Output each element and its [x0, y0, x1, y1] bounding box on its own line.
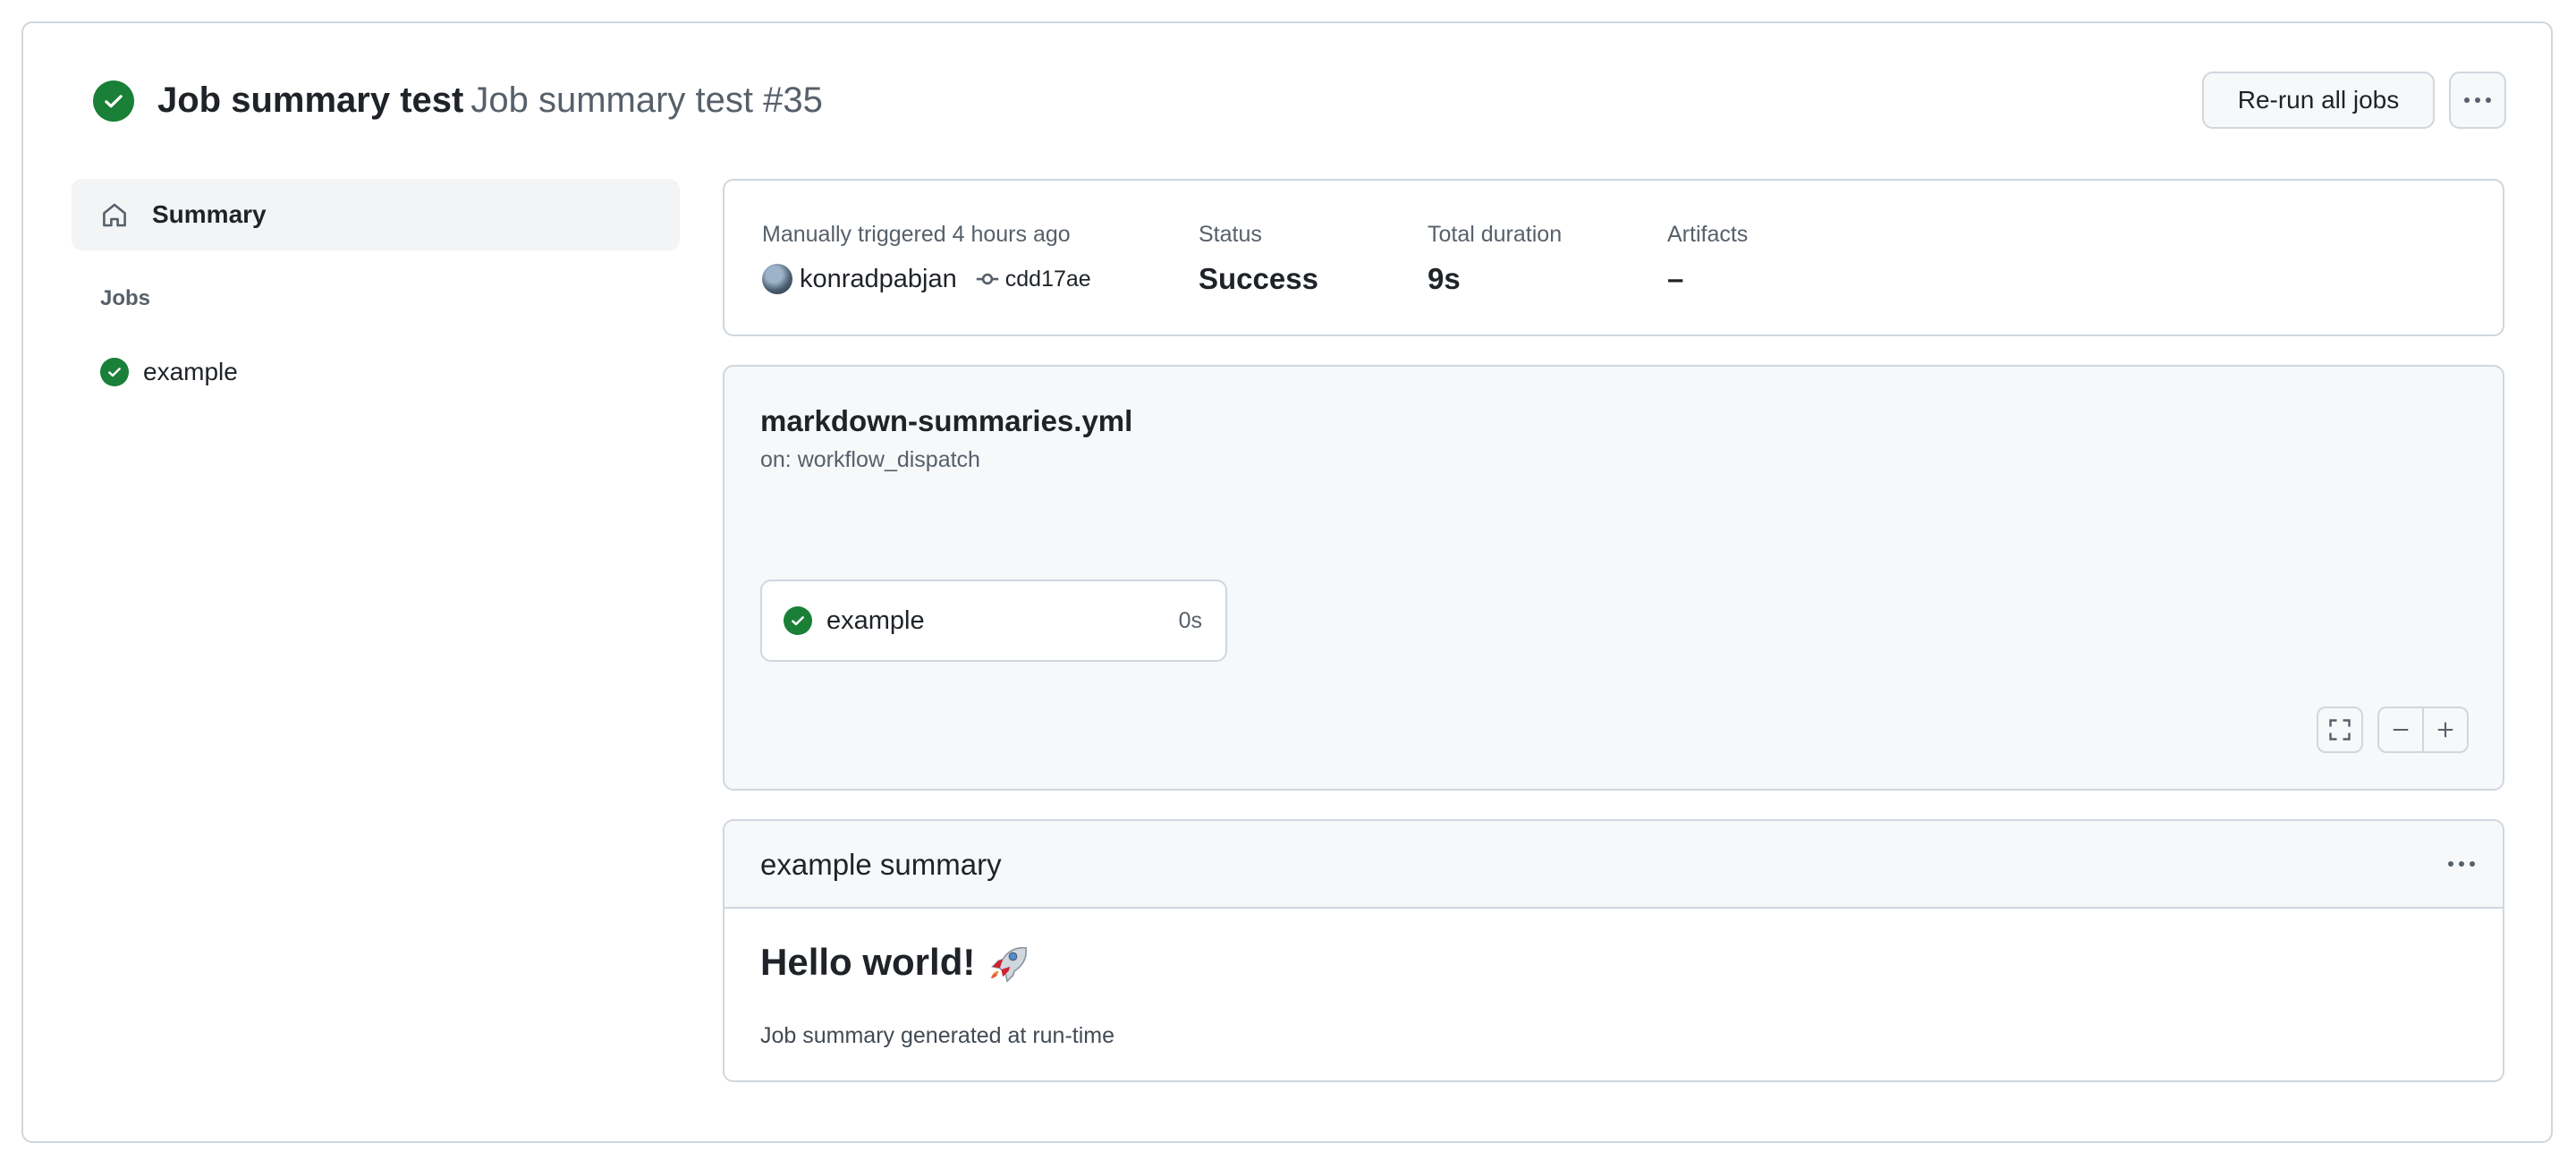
status-value: Success	[1199, 262, 1318, 295]
job-summary-more-button[interactable]	[2438, 841, 2485, 887]
zoom-out-icon	[2393, 728, 2409, 732]
run-name: Job summary test #35	[470, 80, 823, 120]
duration-label: Total duration	[1428, 222, 1563, 247]
commit-sha-link[interactable]: cdd17ae	[1005, 267, 1091, 292]
run-status-success-icon	[93, 80, 134, 122]
home-icon	[103, 203, 126, 227]
workflow-trigger: on: workflow_dispatch	[760, 447, 980, 472]
run-more-options-button[interactable]	[2449, 72, 2506, 129]
job-summary-header: example summary	[724, 821, 2503, 909]
sidebar-jobs-heading: Jobs	[100, 286, 151, 310]
run-meta-panel: Manually triggered 4 hours ago konradpab…	[723, 179, 2504, 336]
fullscreen-icon	[2329, 719, 2351, 741]
kebab-horizontal-icon	[2448, 861, 2475, 867]
job-summary-title: example summary	[760, 848, 1002, 881]
git-commit-icon	[976, 273, 999, 285]
actor-row: konradpabjan cdd17ae	[762, 252, 1091, 306]
graph-job-duration: 0s	[1178, 607, 1202, 633]
workflow-graph-panel: markdown-summaries.yml on: workflow_disp…	[723, 365, 2504, 791]
artifacts-info: Artifacts –	[1667, 216, 1748, 306]
zoom-out-button[interactable]	[2379, 708, 2422, 751]
sidebar-item-job-example[interactable]: example	[72, 347, 680, 397]
fullscreen-button[interactable]	[2317, 707, 2363, 753]
graph-job-label: example	[826, 605, 925, 635]
actor-link[interactable]: konradpabjan	[800, 265, 957, 294]
rocket-icon	[991, 946, 1028, 983]
duration-info: Total duration 9s	[1428, 216, 1562, 306]
summary-heading: Hello world!	[760, 939, 1030, 986]
workflow-name: Job summary test	[157, 80, 464, 120]
sidebar-item-summary-label: Summary	[152, 200, 267, 228]
job-summary-panel: example summary Hello world! Job summary…	[723, 819, 2504, 1082]
artifacts-value: –	[1667, 262, 1684, 295]
zoom-controls	[2377, 707, 2469, 753]
check-circle-icon	[784, 606, 812, 635]
artifacts-label: Artifacts	[1667, 222, 1749, 247]
status-label: Status	[1199, 222, 1262, 247]
status-info: Status Success	[1199, 216, 1318, 306]
avatar[interactable]	[762, 264, 792, 294]
check-circle-icon	[100, 358, 129, 386]
duration-value: 9s	[1428, 262, 1461, 295]
workflow-file-name: markdown-summaries.yml	[760, 404, 1133, 437]
sidebar-job-label: example	[143, 358, 238, 385]
trigger-label: Manually triggered 4 hours ago	[762, 222, 1071, 247]
summary-body-text: Job summary generated at run-time	[760, 1023, 1115, 1048]
zoom-in-button[interactable]	[2422, 708, 2467, 751]
trigger-info: Manually triggered 4 hours ago konradpab…	[762, 216, 1091, 306]
rerun-all-jobs-button[interactable]: Re-run all jobs	[2202, 72, 2435, 129]
summary-heading-text: Hello world!	[760, 941, 976, 983]
sidebar-item-summary[interactable]: Summary	[72, 179, 680, 250]
run-title: Job summary test Job summary test #35	[157, 75, 823, 125]
kebab-horizontal-icon	[2464, 97, 2491, 103]
graph-job-example[interactable]: example 0s	[760, 580, 1227, 662]
zoom-in-icon	[2437, 722, 2453, 738]
